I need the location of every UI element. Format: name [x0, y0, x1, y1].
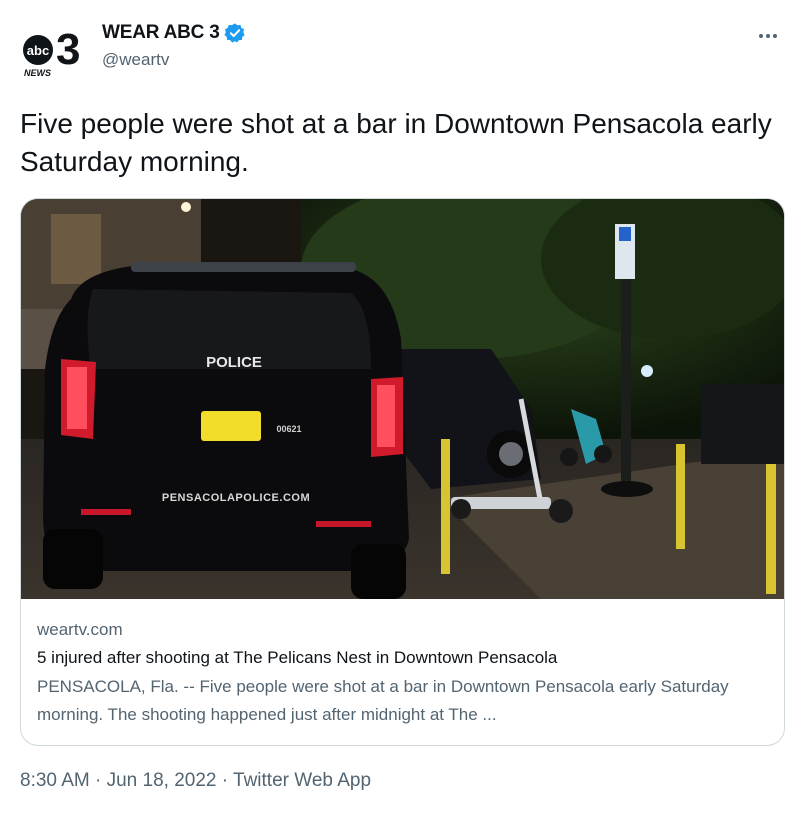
author-handle[interactable]: @weartv — [102, 50, 246, 70]
author-name-row: WEAR ABC 3 — [102, 22, 246, 44]
meta-separator: · — [89, 770, 107, 791]
card-title: 5 injured after shooting at The Pelicans… — [37, 648, 558, 667]
card-domain: weartv.com — [37, 620, 123, 639]
image-police-text: POLICE — [206, 354, 262, 371]
meta-separator: · — [216, 770, 234, 791]
more-horizontal-icon — [759, 34, 777, 38]
tweet-time[interactable]: 8:30 AM — [20, 770, 90, 791]
author-avatar[interactable]: 3 abc NEWS — [20, 22, 84, 78]
abc3-news-logo: 3 abc NEWS — [23, 25, 80, 78]
verified-badge-icon[interactable] — [224, 22, 246, 44]
tweet-source[interactable]: Twitter Web App — [233, 770, 371, 791]
image-website-text: PENSACOLAPOLICE.COM — [162, 492, 310, 504]
image-unit-text: 00621 — [276, 424, 301, 434]
link-card[interactable]: POLICE PENSACOLAPOLICE.COM 00621 weartv.… — [20, 198, 785, 746]
avatar-number: 3 — [56, 25, 80, 74]
avatar-brand: abc — [27, 43, 49, 58]
avatar-sub: NEWS — [24, 68, 51, 78]
more-options-button[interactable] — [754, 22, 782, 50]
author-display-name[interactable]: WEAR ABC 3 — [102, 22, 220, 44]
card-image: POLICE PENSACOLAPOLICE.COM 00621 — [21, 199, 784, 599]
author-info: WEAR ABC 3 @weartv — [102, 22, 246, 70]
tweet-text: Five people were shot at a bar in Downto… — [20, 108, 772, 177]
tweet-meta: 8:30 AM · Jun 18, 2022 · Twitter Web App — [20, 770, 371, 792]
tweet-date[interactable]: Jun 18, 2022 — [107, 770, 217, 791]
card-description: PENSACOLA, Fla. -- Five people were shot… — [37, 677, 729, 724]
card-meta: weartv.com 5 injured after shooting at T… — [37, 619, 768, 729]
